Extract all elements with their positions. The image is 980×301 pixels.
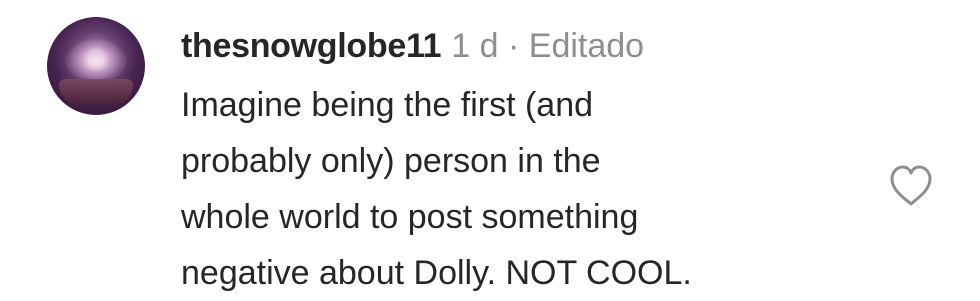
avatar-base (59, 79, 133, 105)
like-button[interactable] (887, 164, 935, 208)
comment-text-line: Imagine being the first (and (181, 86, 594, 124)
comment-item: thesnowglobe11 1 d · Editado Imagine bei… (0, 0, 980, 299)
comment-text: Imagine being the first (and probably on… (181, 77, 861, 301)
comment-header: thesnowglobe11 1 d · Editado (181, 24, 644, 68)
avatar-glow (65, 39, 127, 83)
comment-text-line: whole world to post something (181, 198, 639, 236)
heart-outline-icon (890, 165, 932, 206)
comment-text-line: probably only) person in the (181, 142, 601, 180)
username-link[interactable]: thesnowglobe11 (181, 24, 442, 68)
avatar[interactable] (47, 17, 145, 115)
comment-text-line: negative about Dolly. NOT COOL. (181, 254, 692, 292)
comment-meta: 1 d · Editado (451, 27, 645, 65)
